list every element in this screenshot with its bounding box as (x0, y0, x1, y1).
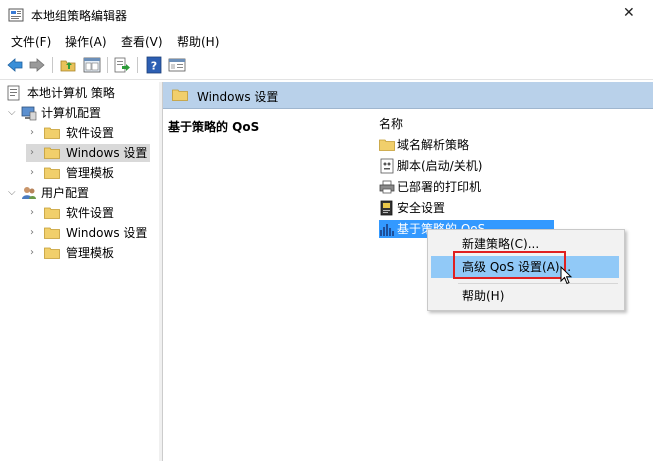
list-item[interactable]: 脚本(启动/关机) (379, 157, 489, 175)
highlight-annotation-box (453, 251, 566, 279)
list-item[interactable]: 已部署的打印机 (379, 178, 489, 196)
chevron-down-icon[interactable]: ⌵ (8, 184, 16, 202)
folder-icon (44, 247, 60, 259)
tree-node-windows-settings[interactable]: › Windows 设置 (26, 144, 150, 162)
console-tree: 本地计算机 策略 ⌵ 计算机配置 › 软件设置 › Windows 设置 › 管… (0, 82, 160, 461)
forward-arrow-icon[interactable] (28, 56, 46, 74)
menu-file[interactable]: 文件(F) (11, 33, 51, 50)
list-item[interactable]: 域名解析策略 (379, 136, 479, 154)
folder-icon (172, 89, 188, 101)
menu-help[interactable]: 帮助(H) (177, 33, 219, 50)
column-header-name[interactable]: 名称 (379, 115, 403, 132)
chevron-right-icon[interactable]: › (30, 144, 34, 162)
folder-icon (44, 127, 60, 139)
menu-bar: 文件(F) 操作(A) 查看(V) 帮助(H) (0, 30, 653, 52)
tree-node-user-config[interactable]: ⌵ 用户配置 (6, 184, 156, 202)
menu-action[interactable]: 操作(A) (65, 33, 107, 50)
details-header-title: Windows 设置 (197, 90, 279, 104)
security-settings-icon (380, 200, 393, 216)
tree-node-user-windows-settings[interactable]: › Windows 设置 (26, 224, 156, 242)
properties-icon[interactable] (168, 56, 186, 74)
list-item[interactable]: 安全设置 (379, 199, 469, 217)
chevron-right-icon[interactable]: › (30, 164, 34, 182)
svg-text:?: ? (151, 60, 157, 73)
folder-icon (44, 167, 60, 179)
printer-icon (379, 180, 395, 194)
folder-icon (44, 227, 60, 239)
title-bar: 本地组策略编辑器 ✕ (0, 0, 653, 30)
menu-item-help[interactable]: 帮助(H) (431, 285, 619, 307)
tree-node-admin-templates[interactable]: › 管理模板 (26, 164, 156, 182)
qos-bar-chart-icon (380, 224, 394, 236)
chevron-right-icon[interactable]: › (30, 244, 34, 262)
details-header: Windows 设置 (163, 82, 653, 109)
chevron-right-icon[interactable]: › (30, 224, 34, 242)
computer-icon (21, 106, 37, 121)
toolbar-separator (137, 57, 138, 73)
help-icon[interactable]: ? (145, 56, 163, 74)
folder-icon (44, 207, 60, 219)
tree-node-computer-config[interactable]: ⌵ 计算机配置 (6, 104, 156, 122)
description-title: 基于策略的 QoS (168, 120, 260, 134)
users-icon (22, 187, 36, 199)
toolbar: ? (0, 52, 653, 80)
chevron-right-icon[interactable]: › (30, 124, 34, 142)
close-button[interactable]: ✕ (607, 0, 653, 30)
policy-document-icon (7, 85, 20, 101)
mouse-pointer-icon (560, 266, 572, 285)
toolbar-separator (52, 57, 53, 73)
group-policy-icon (8, 8, 24, 22)
back-arrow-icon[interactable] (6, 56, 24, 74)
show-hide-tree-icon[interactable] (83, 56, 101, 74)
export-list-icon[interactable] (113, 56, 131, 74)
toolbar-separator (107, 57, 108, 73)
chevron-right-icon[interactable]: › (30, 204, 34, 222)
tree-node-user-software-settings[interactable]: › 软件设置 (26, 204, 156, 222)
close-icon: ✕ (623, 5, 635, 21)
tree-node-local-policy[interactable]: 本地计算机 策略 (6, 84, 156, 102)
tree-node-software-settings[interactable]: › 软件设置 (26, 124, 156, 142)
chevron-down-icon[interactable]: ⌵ (8, 104, 16, 122)
menu-view[interactable]: 查看(V) (121, 33, 163, 50)
folder-icon (44, 147, 60, 159)
window-title: 本地组策略编辑器 (31, 9, 128, 23)
tree-node-user-admin-templates[interactable]: › 管理模板 (26, 244, 156, 262)
menu-separator (458, 283, 618, 284)
folder-icon (379, 139, 395, 151)
up-folder-icon[interactable] (59, 56, 77, 74)
script-icon (380, 158, 394, 174)
